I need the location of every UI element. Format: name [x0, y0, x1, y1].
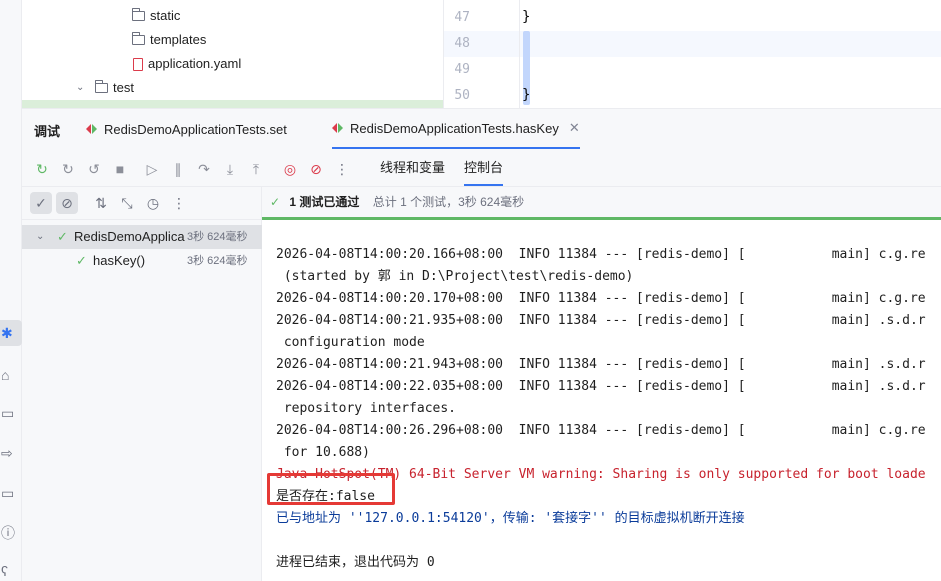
- problems-icon[interactable]: ⓘ: [0, 520, 22, 546]
- folder-icon: [95, 80, 108, 93]
- line-number: 49: [454, 62, 470, 77]
- rerun-icon[interactable]: ↻: [33, 160, 51, 178]
- folder-icon: [132, 32, 145, 45]
- tree-item-templates[interactable]: templates: [132, 28, 206, 52]
- passed-check-icon: ✓: [270, 195, 281, 209]
- test-tree-child[interactable]: ✓ hasKey() 3秒 624毫秒: [22, 249, 262, 273]
- close-icon[interactable]: ✕: [569, 120, 580, 136]
- test-run-config-icon: [86, 123, 98, 135]
- tree-item-label: test: [113, 80, 134, 95]
- code-editor[interactable]: 47 48 49 50 } }: [444, 0, 941, 108]
- test-duration: 3秒 624毫秒: [187, 255, 248, 267]
- console-line: 2026-04-08T14:00:20.166+08:00 INFO 11384…: [276, 247, 926, 262]
- console-exit-line: 进程已结束，退出代码为 0: [276, 555, 435, 570]
- console-line: 2026-04-08T14:00:21.943+08:00 INFO 11384…: [276, 357, 926, 372]
- test-run-config-icon: [332, 122, 344, 134]
- test-name: RedisDemoApplica: [74, 229, 185, 244]
- passed-check-icon: ✓: [57, 229, 68, 244]
- terminal-icon[interactable]: ▭: [0, 400, 22, 426]
- console-line: 2026-04-08T14:00:22.035+08:00 INFO 11384…: [276, 379, 926, 394]
- tab-set-test[interactable]: RedisDemoApplicationTests.set: [86, 109, 287, 149]
- more-options-icon[interactable]: ⋮: [333, 160, 351, 178]
- test-tree-root[interactable]: ⌄ ✓ RedisDemoApplica 3秒 624毫秒: [22, 225, 262, 249]
- code-line: }: [522, 9, 531, 25]
- tree-item-label: static: [150, 8, 181, 23]
- step-over-icon[interactable]: ↷: [195, 160, 213, 178]
- passed-count: 1 测试已通过: [289, 195, 360, 209]
- project-tree: static templates application.yaml ⌄ test: [22, 0, 444, 108]
- console-line: 2026-04-08T14:00:26.296+08:00 INFO 11384…: [276, 423, 926, 438]
- test-name: hasKey(): [93, 253, 146, 268]
- pause-icon[interactable]: ∥: [169, 160, 187, 178]
- tree-item-label: application.yaml: [148, 56, 242, 71]
- console-output[interactable]: 2026-04-08T14:00:20.166+08:00 INFO 11384…: [262, 220, 941, 581]
- code-line: }: [522, 87, 531, 103]
- gutter-separator: [519, 0, 520, 108]
- build-hammer-icon[interactable]: ⌂: [0, 362, 22, 388]
- folder-icon: [132, 8, 145, 21]
- step-into-icon[interactable]: ⤓: [221, 160, 239, 178]
- more-options-icon[interactable]: ⋮: [168, 192, 190, 214]
- show-ignored-toggle-icon[interactable]: ⊘: [56, 192, 78, 214]
- tab-haskey-test[interactable]: RedisDemoApplicationTests.hasKey ✕: [332, 109, 580, 149]
- tool-window-title: 调试: [34, 124, 61, 139]
- tree-selected-row: [22, 100, 443, 108]
- left-tool-strip: ✱ ⌂ ▭ ⇨ ▭ ⓘ ʕ: [0, 0, 22, 581]
- mute-breakpoints-icon[interactable]: ⊘: [307, 160, 325, 178]
- tree-item-test[interactable]: ⌄ test: [76, 76, 134, 100]
- yaml-file-icon: [133, 57, 143, 71]
- sort-icon[interactable]: ⇅: [90, 192, 112, 214]
- test-results-tree: ✓ ⊘ ⇅ ⤡ ◷ ⋮ ⌄ ✓ RedisDemoApplica 3秒 624毫…: [22, 187, 262, 581]
- console-line: 2026-04-08T14:00:21.935+08:00 INFO 11384…: [276, 313, 926, 328]
- chevron-down-icon[interactable]: ⌄: [76, 76, 86, 100]
- terminal-window-icon[interactable]: ▭: [0, 480, 22, 506]
- line-number: 48: [454, 36, 470, 51]
- line-number: 50: [454, 88, 470, 103]
- tab-label: RedisDemoApplicationTests.set: [104, 121, 287, 137]
- console-line: repository interfaces.: [276, 401, 457, 416]
- show-passed-toggle-icon[interactable]: ✓: [30, 192, 52, 214]
- stop-icon[interactable]: ■: [111, 160, 129, 178]
- panel-separator: [22, 219, 262, 220]
- view-breakpoints-icon[interactable]: ◎: [281, 160, 299, 178]
- tree-item-application-yaml[interactable]: application.yaml: [133, 52, 241, 76]
- console-line: (started by 郭 in D:\Project\test\redis-d…: [276, 269, 634, 284]
- git-icon[interactable]: ʕ: [0, 558, 22, 581]
- test-duration: 3秒 624毫秒: [187, 231, 248, 243]
- services-icon[interactable]: ⇨: [0, 440, 22, 466]
- collapse-all-icon[interactable]: ⤡: [116, 192, 138, 214]
- tab-threads-variables[interactable]: 线程和变量: [380, 156, 445, 186]
- tree-item-static[interactable]: static: [132, 4, 180, 28]
- tab-label: RedisDemoApplicationTests.hasKey: [350, 120, 559, 136]
- console-disconnect-line: 已与地址为 ''127.0.0.1:54120'，传输: '套接字'' 的目标虚…: [276, 511, 745, 526]
- tree-item-label: templates: [150, 32, 207, 47]
- line-number: 47: [454, 10, 470, 25]
- test-status-bar: ✓ 1 测试已通过 总计 1 个测试，3秒 624毫秒: [262, 187, 941, 217]
- restart-debug-icon[interactable]: ↺: [85, 160, 103, 178]
- console-line: configuration mode: [276, 335, 425, 350]
- resume-icon[interactable]: ▷: [143, 160, 161, 178]
- passed-check-icon: ✓: [76, 253, 87, 268]
- rerun-failed-icon[interactable]: ↻: [59, 160, 77, 178]
- debug-tool-window: 调试 RedisDemoApplicationTests.set RedisDe…: [22, 108, 941, 581]
- step-out-icon[interactable]: ⤒: [247, 160, 265, 178]
- total-summary: 总计 1 个测试，3秒 624毫秒: [372, 195, 525, 209]
- console-line: 2026-04-08T14:00:20.170+08:00 INFO 11384…: [276, 291, 926, 306]
- debug-bug-icon[interactable]: ✱: [0, 320, 22, 346]
- console-line: for 10.688): [276, 445, 370, 460]
- tab-console[interactable]: 控制台: [464, 156, 504, 186]
- chevron-down-icon[interactable]: ⌄: [36, 225, 44, 249]
- annotation-highlight-box: [267, 473, 395, 505]
- history-icon[interactable]: ◷: [142, 192, 164, 214]
